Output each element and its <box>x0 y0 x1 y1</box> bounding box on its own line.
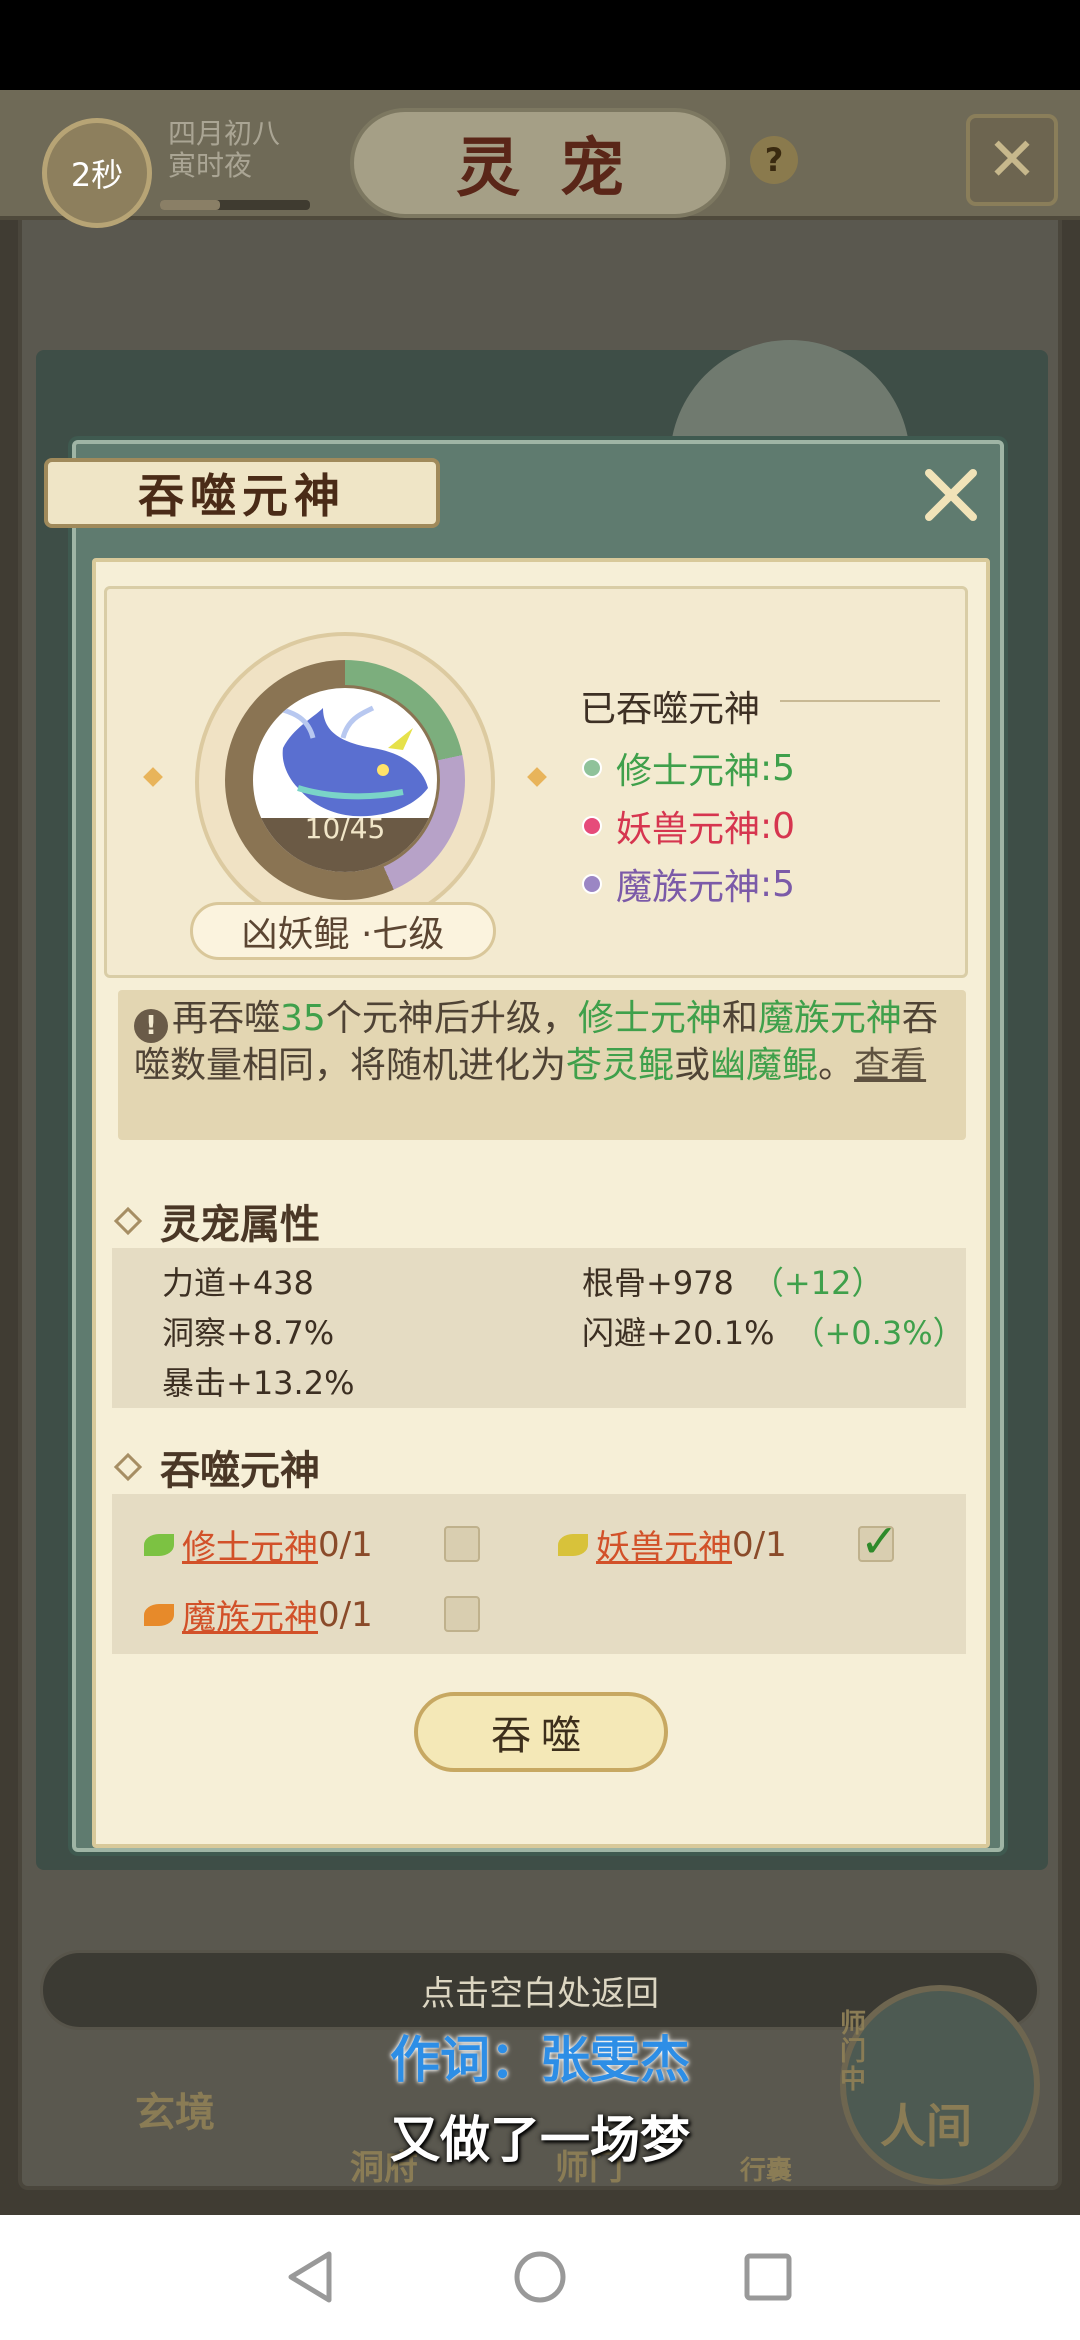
eaten-item-demon: 魔族元神:5 <box>582 858 795 910</box>
page-title-plate: 灵宠 <box>350 108 730 218</box>
soul-demon[interactable]: 魔族元神 0/1 <box>144 1590 373 1639</box>
diamond-bullet-icon <box>113 1206 143 1236</box>
soul-count: 0/1 <box>318 1524 373 1565</box>
recents-button[interactable] <box>728 2237 808 2317</box>
recents-square-icon <box>744 2253 792 2301</box>
pet-progress-count: 10/45 <box>304 812 386 845</box>
green-dot-icon <box>582 758 602 778</box>
attr-label: 力道+438 <box>162 1264 314 1302</box>
soul-count: 0/1 <box>318 1594 373 1635</box>
eaten-value: :0 <box>760 805 796 847</box>
info-text: 。 <box>818 1045 855 1086</box>
green-leaf-icon <box>144 1533 174 1556</box>
back-triangle-icon <box>288 2251 332 2303</box>
page-title: 灵宠 <box>456 131 664 206</box>
dialog-close-button[interactable] <box>918 462 984 528</box>
pet-portrait[interactable] <box>250 685 440 875</box>
info-soul-b: 魔族元神 <box>757 998 902 1039</box>
info-text: 个元神后升级， <box>325 998 578 1039</box>
devour-heading: 吞噬元神 <box>113 1438 320 1496</box>
upgrade-info: ! 再吞噬35个元神后升级，修士元神和魔族元神吞噬数量相同，将随机进化为苍灵鲲或幽… <box>118 990 966 1140</box>
diamond-bullet-icon <box>113 1452 143 1482</box>
close-icon: ✕ <box>986 125 1038 195</box>
info-count: 35 <box>280 998 326 1039</box>
checkbox-beast[interactable] <box>858 1514 899 1568</box>
soul-link[interactable]: 魔族元神 <box>182 1590 318 1639</box>
soul-count: 0/1 <box>732 1524 787 1565</box>
help-button[interactable]: ? <box>750 136 798 184</box>
attr-label: 暴击+13.2% <box>162 1364 355 1402</box>
eaten-label: 修士元神 <box>616 751 761 792</box>
attr-constitution: 根骨+978 （+12） <box>582 1258 883 1304</box>
attr-label: 闪避+20.1% <box>582 1314 775 1352</box>
eaten-item-cultivator: 修士元神:5 <box>582 742 795 794</box>
soul-link[interactable]: 妖兽元神 <box>596 1520 732 1569</box>
soul-beast[interactable]: 妖兽元神 0/1 <box>558 1520 787 1569</box>
lyric-line: 又做了一场梦 <box>390 2111 690 2169</box>
pet-name-plate: 凶妖鲲 ·七级 <box>190 902 496 960</box>
yellow-leaf-icon <box>558 1533 588 1556</box>
devour-heading-text: 吞噬元神 <box>160 1447 320 1494</box>
attr-dodge: 闪避+20.1% （+0.3%） <box>582 1308 965 1354</box>
eaten-label: 魔族元神 <box>616 867 761 908</box>
lyric-credit: 作词：张雯杰 <box>390 2031 690 2089</box>
info-text: 或 <box>674 1045 711 1086</box>
orange-leaf-icon <box>144 1603 174 1626</box>
eaten-item-beast: 妖兽元神:0 <box>582 800 795 852</box>
eaten-divider <box>780 700 940 702</box>
home-button[interactable] <box>500 2237 580 2317</box>
home-circle-icon <box>514 2251 566 2303</box>
red-dot-icon <box>582 816 602 836</box>
attr-label: 洞察+8.7% <box>162 1314 335 1352</box>
info-soul-a: 修士元神 <box>577 998 722 1039</box>
info-evo-a: 苍灵鲲 <box>566 1045 675 1086</box>
devour-button[interactable]: 吞噬 <box>414 1692 668 1772</box>
eaten-label: 妖兽元神 <box>616 809 761 850</box>
lunar-date: 四月初八 <box>168 117 281 150</box>
attr-bonus: （+12） <box>751 1264 884 1302</box>
attributes-heading: 灵宠属性 <box>113 1192 320 1250</box>
return-hint: 点击空白处返回 <box>421 1973 659 2014</box>
attr-bonus: （+0.3%） <box>792 1314 965 1352</box>
eaten-value: :5 <box>760 747 796 789</box>
attr-strength: 力道+438 <box>162 1258 314 1304</box>
attributes-heading-text: 灵宠属性 <box>160 1201 320 1248</box>
page-close-button[interactable]: ✕ <box>966 114 1058 206</box>
exclamation-icon: ! <box>134 1009 168 1043</box>
attr-insight: 洞察+8.7% <box>162 1308 334 1354</box>
back-button[interactable] <box>270 2237 350 2317</box>
lunar-time: 寅时夜 <box>168 149 253 182</box>
info-text: 再吞噬 <box>172 998 281 1039</box>
checkbox-cultivator[interactable] <box>444 1526 480 1562</box>
info-evo-b: 幽魔鲲 <box>710 1045 819 1086</box>
view-link[interactable]: 查看 <box>854 1045 926 1086</box>
checkbox-demon[interactable] <box>444 1596 480 1632</box>
time-progress-bar <box>160 200 310 210</box>
eaten-title: 已吞噬元神 <box>580 689 761 730</box>
info-text: 和 <box>721 998 758 1039</box>
eaten-value: :5 <box>760 863 796 905</box>
dialog-title-plate: 吞噬元神 <box>44 458 440 528</box>
system-nav-bar <box>0 2215 1080 2340</box>
attr-crit: 暴击+13.2% <box>162 1358 354 1404</box>
purple-dot-icon <box>582 874 602 894</box>
soul-cultivator[interactable]: 修士元神 0/1 <box>144 1520 373 1569</box>
attr-label: 根骨+978 <box>582 1264 734 1302</box>
close-icon <box>925 469 977 521</box>
timer-badge: 2秒 <box>42 118 152 228</box>
dialog-title: 吞噬元神 <box>138 469 346 523</box>
soul-link[interactable]: 修士元神 <box>182 1520 318 1569</box>
